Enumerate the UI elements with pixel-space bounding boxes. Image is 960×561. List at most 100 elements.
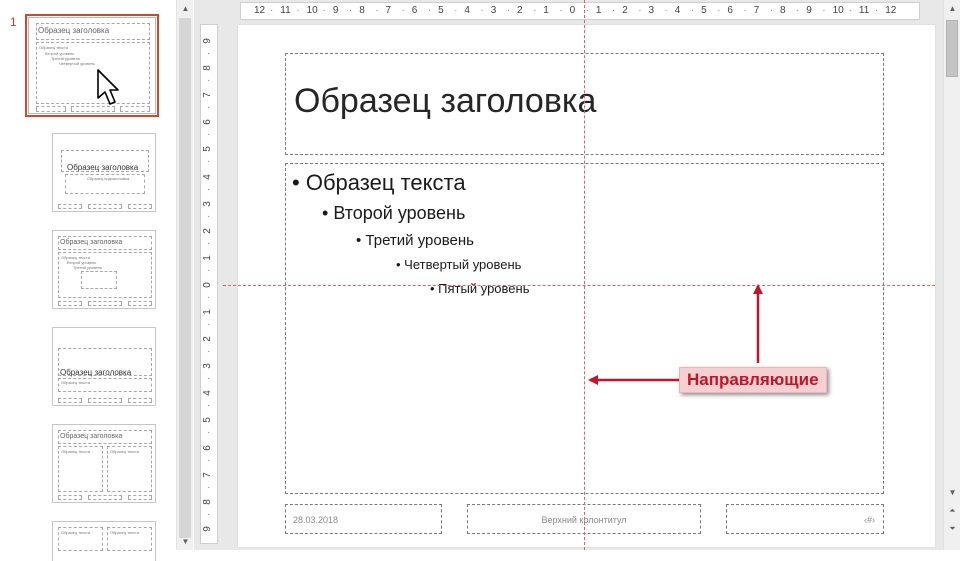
ruler-tick-mark: ·	[454, 5, 458, 16]
ruler-tick-mark: ·	[822, 5, 826, 16]
thumbnail-layout-title-slide[interactable]: Образец заголовка Образец подзаголовка	[52, 133, 156, 212]
ruler-tick-label: 3	[201, 363, 213, 369]
vertical-ruler: 9 · 8 · 7 · 6 · 5 · 4 · 3 · 2 · 1 · 0 · 1 · 2 · 3 · 4 · 5 · 6 · 7 · 8 · 9	[200, 24, 218, 544]
date-placeholder[interactable]: 28.03.2018	[285, 504, 442, 534]
slide-number-placeholder[interactable]: ‹#›	[726, 504, 884, 534]
thumbnail-layout-section-header[interactable]: Образец заголовка Образец текста	[52, 327, 156, 406]
thumb-text: Образец текста	[61, 449, 91, 454]
ruler-tick-label: 3	[201, 200, 213, 207]
ruler-tick-mark: ·	[207, 264, 211, 276]
bullet-level-4: • Четвертый уровень	[396, 257, 522, 272]
thumb-footer-placeholder	[88, 301, 122, 306]
ruler-tick-label: 2	[517, 5, 523, 16]
thumb-text: Образец текста	[39, 45, 69, 50]
thumbnail-layout-title-content[interactable]: Образец заголовка Образец текста Второй …	[52, 230, 156, 309]
ruler-tick-label: 0	[569, 5, 576, 16]
thumb-title: Образец заголовка	[60, 239, 123, 246]
scroll-down-icon[interactable]: ▼	[177, 533, 194, 550]
scroll-up-icon[interactable]: ▲	[177, 0, 194, 17]
thumb-text: Образец текста	[110, 530, 140, 535]
ruler-tick-label: 9	[201, 38, 213, 44]
ruler-tick-mark: ·	[559, 5, 563, 16]
bullet-level-3-text: Третий уровень	[365, 232, 474, 249]
ruler-tick-label: 4	[674, 5, 681, 16]
ruler-tick-label: 5	[701, 5, 707, 16]
ruler-tick-label: 10	[306, 5, 318, 16]
thumb-text: Образец текста	[61, 530, 91, 535]
ruler-tick-label: 5	[438, 5, 444, 16]
ruler-tick-mark: ·	[207, 102, 211, 114]
ruler-tick-mark: ·	[769, 5, 774, 16]
thumb-title: Образец заголовка	[60, 433, 123, 440]
ruler-tick-mark: ·	[480, 5, 484, 16]
ruler-tick-mark: ·	[611, 5, 616, 16]
ruler-tick-label: 9	[201, 526, 213, 532]
thumb-footer-placeholder	[128, 398, 152, 403]
ruler-tick-label: 1	[201, 255, 213, 261]
slide-area-scrollbar[interactable]: ▲ ▼ ⏶ ⏷	[943, 0, 960, 550]
thumb-footer-placeholder	[36, 106, 66, 112]
ruler-tick-label: 0	[201, 282, 213, 288]
ruler-tick-mark: ·	[207, 156, 211, 168]
ruler-tick-label: 12	[254, 5, 266, 16]
thumbnail-layout-comparison[interactable]: Образец текста Образец текста	[52, 521, 156, 561]
scroll-down-icon[interactable]: ▼	[944, 484, 960, 501]
ruler-tick-mark: ·	[585, 5, 589, 16]
horizontal-ruler: 12 · 11 · 10 · 9 · 8 · 7 · 6 · 5 · 4 · 3 · 2 · 1 · 0 · 1 · 2 · 3 · 4 · 5 · 6…	[240, 2, 920, 20]
ruler-tick-mark: ·	[207, 48, 211, 59]
ruler-tick-mark: ·	[506, 5, 511, 16]
thumb-footer-placeholder	[88, 398, 122, 403]
ruler-tick-mark: ·	[743, 5, 747, 16]
next-slide-icon[interactable]: ⏷	[944, 520, 960, 537]
ruler-tick-mark: ·	[690, 5, 695, 16]
ruler-tick-mark: ·	[207, 210, 211, 222]
ruler-tick-label: 1	[595, 5, 602, 16]
ruler-tick-label: 11	[858, 5, 870, 16]
thumb-title: Образец заголовка	[67, 163, 139, 172]
ruler-tick-mark: ·	[848, 5, 852, 16]
slide-title: Образец заголовка	[294, 82, 597, 120]
thumb-footer-placeholder	[120, 106, 150, 112]
bullet-level-3: • Третий уровень	[356, 232, 474, 249]
ruler-tick-label: 6	[201, 444, 213, 451]
ruler-tick-mark: ·	[207, 427, 211, 439]
ruler-tick-label: 11	[280, 5, 291, 16]
ruler-tick-mark: ·	[401, 5, 405, 16]
thumbnail-layout-two-content[interactable]: Образец заголовка Образец текста Образец…	[52, 424, 156, 503]
thumb-subtitle: Образец текста	[61, 380, 91, 385]
thumb-text: Третий уровень	[73, 265, 102, 270]
ruler-tick-label: 8	[201, 65, 213, 71]
thumbnail-slide-master[interactable]: Образец заголовка Образец текста Второй …	[25, 14, 159, 117]
ruler-tick-label: 9	[332, 5, 339, 16]
ruler-tick-label: 3	[648, 5, 655, 16]
horizontal-guide[interactable]	[223, 285, 935, 286]
ruler-tick-label: 3	[490, 5, 497, 16]
thumb-content-icons	[81, 271, 117, 289]
arrow-cursor-icon	[97, 69, 119, 105]
scrollbar-thumb[interactable]	[946, 20, 958, 77]
ruler-tick-mark: ·	[207, 400, 211, 412]
slide-thumbnail-pane: 1 Образец заголовка Образец текста Второ…	[0, 0, 176, 561]
ruler-tick-mark: ·	[296, 5, 300, 16]
ruler-tick-label: 6	[727, 5, 733, 16]
ruler-tick-label: 6	[201, 119, 213, 126]
ruler-tick-mark: ·	[796, 5, 800, 16]
ruler-tick-mark: ·	[533, 5, 537, 16]
ruler-tick-label: 7	[753, 5, 760, 16]
ruler-tick-mark: ·	[322, 5, 326, 16]
thumb-footer-placeholder	[58, 204, 82, 209]
thumbnail-pane-scrollbar[interactable]: ▲ ▼	[176, 0, 193, 550]
ruler-tick-label: 5	[201, 146, 213, 153]
scrollbar-thumb[interactable]	[179, 18, 191, 538]
bullet-level-1-text: Образец текста	[305, 170, 466, 195]
previous-slide-icon[interactable]: ⏶	[944, 502, 960, 519]
ruler-tick-mark: ·	[638, 5, 642, 16]
slide-number: 1	[10, 15, 17, 29]
ruler-tick-mark: ·	[207, 454, 211, 466]
ruler-tick-mark: ·	[207, 508, 211, 520]
thumb-title: Образец заголовка	[60, 368, 132, 377]
ruler-tick-label: 1	[201, 309, 213, 315]
thumb-footer-placeholder	[128, 301, 152, 306]
scroll-up-icon[interactable]: ▲	[944, 0, 960, 17]
ruler-tick-mark: ·	[270, 5, 274, 16]
